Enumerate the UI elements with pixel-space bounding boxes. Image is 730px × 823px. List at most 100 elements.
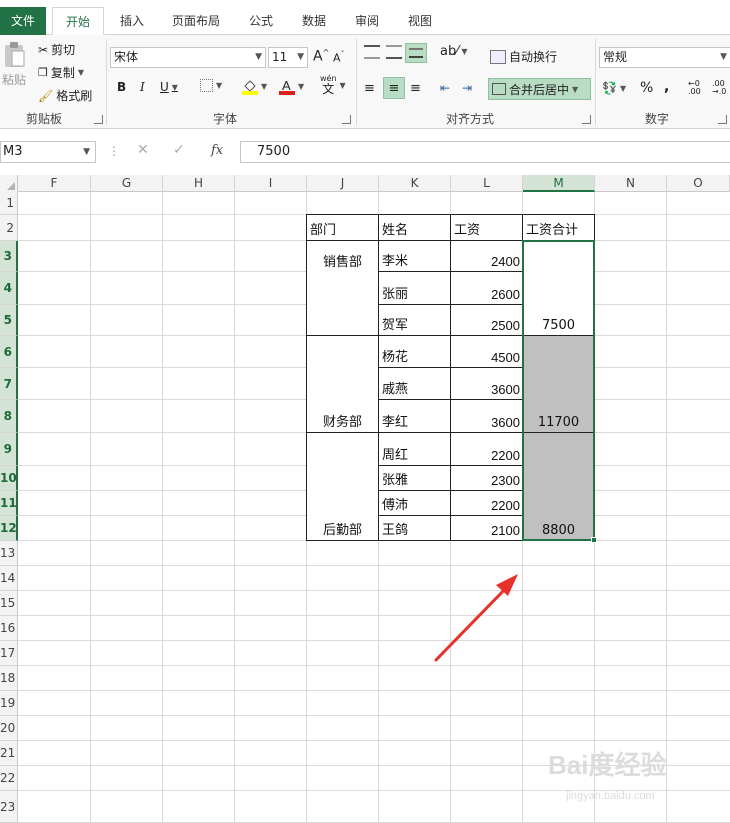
select-all-corner[interactable] bbox=[0, 175, 18, 192]
row-header-22[interactable]: 22 bbox=[0, 766, 18, 791]
currency-button[interactable]: 💱 ▼ bbox=[602, 81, 626, 95]
italic-button[interactable]: I bbox=[140, 80, 145, 94]
name-cell[interactable]: 张雅 bbox=[379, 466, 451, 491]
alignment-launcher-icon[interactable] bbox=[582, 115, 591, 124]
table-header-cell[interactable]: 部门 bbox=[307, 215, 379, 241]
borders-button[interactable]: ▼ bbox=[200, 79, 222, 92]
column-header-m[interactable]: M bbox=[523, 175, 595, 192]
insert-function-button[interactable]: fx bbox=[211, 143, 223, 158]
row-header-2[interactable]: 2 bbox=[0, 215, 18, 241]
row-header-1[interactable]: 1 bbox=[0, 192, 18, 215]
comma-button[interactable]: , bbox=[664, 79, 669, 95]
salary-cell[interactable]: 2500 bbox=[451, 305, 523, 336]
tab-data[interactable]: 数据 bbox=[290, 7, 338, 35]
row-header-13[interactable]: 13 bbox=[0, 541, 18, 566]
salary-cell[interactable]: 2100 bbox=[451, 516, 523, 541]
row-header-20[interactable]: 20 bbox=[0, 716, 18, 741]
align-right-button[interactable]: ≡ bbox=[410, 81, 421, 96]
more-icon[interactable]: ⋮ bbox=[108, 144, 120, 158]
name-cell[interactable]: 戚燕 bbox=[379, 368, 451, 400]
column-header-n[interactable]: N bbox=[595, 175, 667, 192]
row-header-6[interactable]: 6 bbox=[0, 336, 18, 368]
align-left-button[interactable]: ≡ bbox=[364, 81, 375, 96]
font-launcher-icon[interactable] bbox=[342, 115, 351, 124]
decrease-indent-button[interactable]: ⇤ bbox=[440, 81, 450, 95]
row-header-7[interactable]: 7 bbox=[0, 368, 18, 400]
row-header-11[interactable]: 11 bbox=[0, 491, 18, 516]
department-cell[interactable]: 后勤部 bbox=[307, 433, 379, 541]
column-header-g[interactable]: G bbox=[91, 175, 163, 192]
name-cell[interactable]: 李米 bbox=[379, 241, 451, 272]
tab-page-layout[interactable]: 页面布局 bbox=[160, 7, 232, 35]
align-top-button[interactable] bbox=[364, 45, 380, 59]
row-header-16[interactable]: 16 bbox=[0, 616, 18, 641]
row-header-23[interactable]: 23 bbox=[0, 791, 18, 823]
salary-cell[interactable]: 2300 bbox=[451, 466, 523, 491]
total-cell[interactable]: 7500 bbox=[523, 241, 595, 336]
name-cell[interactable]: 傅沛 bbox=[379, 491, 451, 516]
column-header-o[interactable]: O bbox=[667, 175, 730, 192]
column-header-k[interactable]: K bbox=[379, 175, 451, 192]
row-header-12[interactable]: 12 bbox=[0, 516, 18, 541]
row-header-21[interactable]: 21 bbox=[0, 741, 18, 766]
row-header-17[interactable]: 17 bbox=[0, 641, 18, 666]
paste-button[interactable]: 粘贴 bbox=[2, 41, 26, 88]
salary-cell[interactable]: 3600 bbox=[451, 368, 523, 400]
row-header-14[interactable]: 14 bbox=[0, 566, 18, 591]
name-cell[interactable]: 杨花 bbox=[379, 336, 451, 368]
format-painter-button[interactable]: 🖌 格式刷 bbox=[38, 87, 92, 104]
bold-button[interactable]: B bbox=[117, 80, 126, 94]
decrease-decimal-button[interactable]: .00 →.0 bbox=[712, 80, 726, 96]
cancel-icon[interactable]: ✕ bbox=[137, 142, 149, 158]
table-header-cell[interactable]: 工资 bbox=[451, 215, 523, 241]
salary-cell[interactable]: 2600 bbox=[451, 272, 523, 305]
department-cell[interactable]: 销售部 bbox=[307, 241, 379, 336]
cell-area[interactable]: 部门 姓名 工资 工资合计 销售部 财务部 后勤部 李米 2400 张丽 2600 贺军 2500 杨花 4… bbox=[18, 192, 730, 823]
copy-button[interactable]: ❐ 复制 ▼ bbox=[38, 64, 84, 81]
orientation-button[interactable]: ab⁄ ▼ bbox=[440, 44, 468, 59]
department-cell[interactable]: 财务部 bbox=[307, 336, 379, 433]
salary-cell[interactable]: 2200 bbox=[451, 491, 523, 516]
column-header-h[interactable]: H bbox=[163, 175, 235, 192]
row-header-9[interactable]: 9 bbox=[0, 433, 18, 466]
merge-center-button[interactable]: 合并后居中 ▼ bbox=[488, 78, 591, 100]
font-size-select[interactable]: 11 ▼ bbox=[268, 47, 308, 68]
align-middle-button[interactable] bbox=[386, 45, 402, 59]
percent-button[interactable]: % bbox=[640, 80, 653, 96]
name-cell[interactable]: 李红 bbox=[379, 400, 451, 433]
font-name-select[interactable]: 宋体 ▼ bbox=[110, 47, 266, 68]
salary-cell[interactable]: 2400 bbox=[451, 241, 523, 272]
row-header-19[interactable]: 19 bbox=[0, 691, 18, 716]
table-header-cell[interactable]: 姓名 bbox=[379, 215, 451, 241]
clipboard-launcher-icon[interactable] bbox=[94, 115, 103, 124]
total-cell[interactable]: 11700 bbox=[523, 336, 595, 433]
number-launcher-icon[interactable] bbox=[718, 115, 727, 124]
tab-review[interactable]: 审阅 bbox=[344, 7, 390, 35]
fill-color-button[interactable]: ▼ bbox=[242, 78, 267, 95]
row-header-5[interactable]: 5 bbox=[0, 305, 18, 336]
tab-home[interactable]: 开始 bbox=[52, 7, 104, 36]
salary-cell[interactable]: 3600 bbox=[451, 400, 523, 433]
row-header-18[interactable]: 18 bbox=[0, 666, 18, 691]
name-box[interactable]: M3 ▼ bbox=[0, 141, 96, 163]
increase-indent-button[interactable]: ⇥ bbox=[462, 81, 472, 95]
name-cell[interactable]: 贺军 bbox=[379, 305, 451, 336]
column-header-i[interactable]: I bbox=[235, 175, 307, 192]
increase-decimal-button[interactable]: ←0.00 bbox=[688, 80, 701, 96]
row-header-3[interactable]: 3 bbox=[0, 241, 18, 272]
salary-cell[interactable]: 4500 bbox=[451, 336, 523, 368]
font-color-button[interactable]: A ▼ bbox=[279, 78, 304, 95]
wrap-text-button[interactable]: 自动换行 bbox=[490, 48, 557, 65]
underline-button[interactable]: U ▼ bbox=[160, 80, 178, 94]
row-header-15[interactable]: 15 bbox=[0, 591, 18, 616]
tab-formulas[interactable]: 公式 bbox=[238, 7, 284, 35]
cut-button[interactable]: ✂ 剪切 bbox=[38, 41, 75, 58]
salary-cell[interactable]: 2200 bbox=[451, 433, 523, 466]
fill-handle[interactable] bbox=[591, 537, 597, 543]
name-cell[interactable]: 周红 bbox=[379, 433, 451, 466]
align-bottom-button[interactable] bbox=[405, 43, 427, 63]
column-header-j[interactable]: J bbox=[307, 175, 379, 192]
name-cell[interactable]: 王鸽 bbox=[379, 516, 451, 541]
align-center-button[interactable]: ≡ bbox=[383, 77, 405, 99]
row-header-10[interactable]: 10 bbox=[0, 466, 18, 491]
